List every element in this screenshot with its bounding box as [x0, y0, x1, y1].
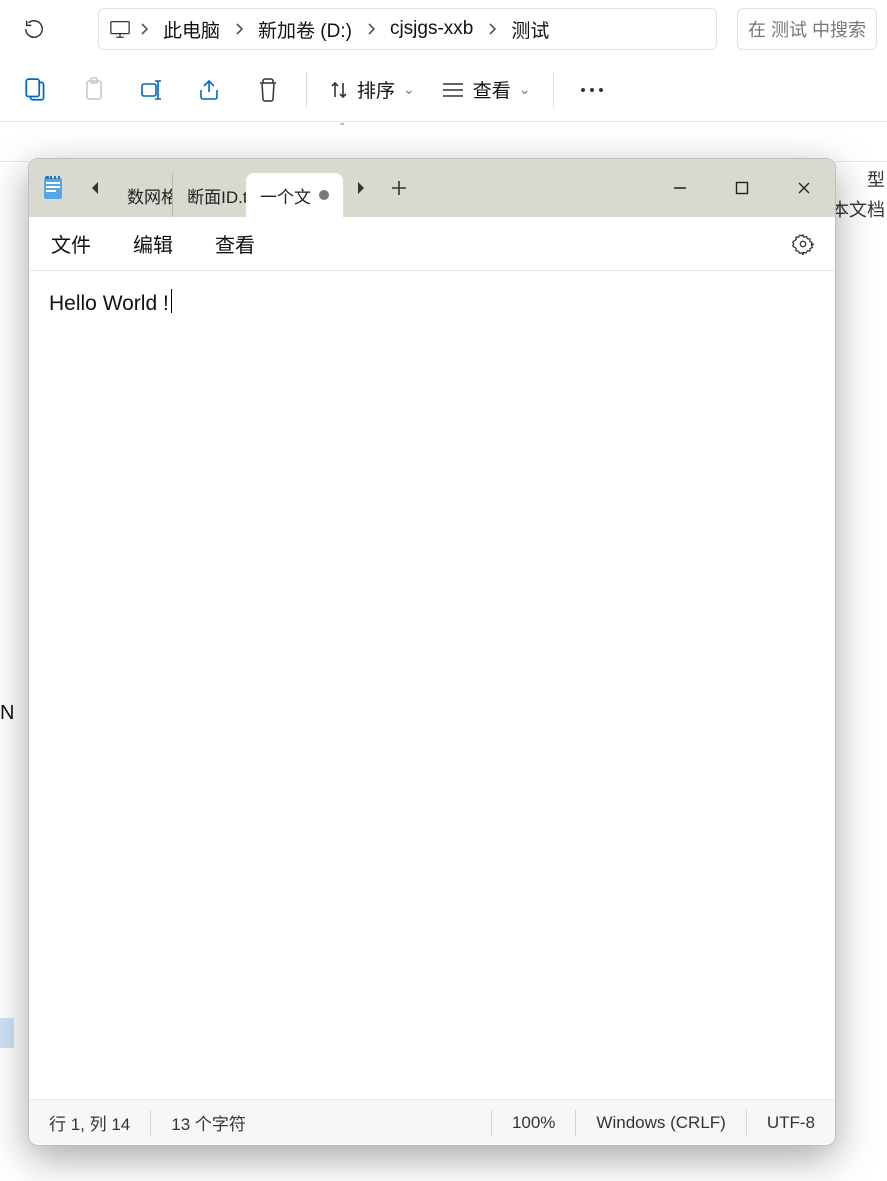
- breadcrumb-item[interactable]: 测试: [505, 16, 555, 43]
- unsaved-dot-icon: [319, 190, 329, 200]
- rename-button[interactable]: [126, 64, 178, 116]
- pc-icon: [109, 19, 131, 39]
- chevron-right-icon: [487, 22, 497, 36]
- close-button[interactable]: [773, 159, 835, 217]
- status-zoom[interactable]: 100%: [492, 1109, 575, 1137]
- menu-edit[interactable]: 编辑: [123, 223, 183, 264]
- status-char-count: 13 个字符: [151, 1109, 266, 1137]
- tab-label: 一个文: [260, 183, 311, 208]
- view-label: 查看: [473, 76, 511, 103]
- nav-pane-letter: N: [0, 702, 14, 725]
- text-caret: [171, 289, 172, 313]
- notepad-text-area[interactable]: Hello World !: [29, 271, 835, 1099]
- type-column-hint: 型: [865, 162, 887, 196]
- maximize-button[interactable]: [711, 159, 773, 217]
- breadcrumb-item[interactable]: cjsjgs-xxb: [384, 18, 479, 40]
- view-button[interactable]: 查看 ⌄: [431, 64, 541, 116]
- column-headers[interactable]: ˆ: [0, 122, 887, 162]
- tab-scroll-right-button[interactable]: [343, 159, 379, 217]
- status-encoding[interactable]: UTF-8: [747, 1109, 835, 1137]
- window-controls: [649, 159, 835, 217]
- notepad-status-bar: 行 1, 列 14 13 个字符 100% Windows (CRLF) UTF…: [29, 1099, 835, 1145]
- chevron-right-icon: [234, 22, 244, 36]
- menu-file[interactable]: 文件: [41, 223, 101, 264]
- menu-view[interactable]: 查看: [205, 223, 265, 264]
- breadcrumb-item[interactable]: 新加卷 (D:): [252, 16, 358, 43]
- chevron-down-icon: ⌄: [403, 81, 415, 98]
- more-button[interactable]: [566, 64, 618, 116]
- new-tab-button[interactable]: [379, 159, 419, 217]
- selection-indicator: [0, 1018, 14, 1048]
- tab-label: 数网格: [127, 183, 172, 208]
- notepad-app-icon: [29, 159, 77, 217]
- explorer-address-bar: 此电脑 新加卷 (D:) cjsjgs-xxb 测试 在 测试 中搜索: [0, 0, 887, 58]
- breadcrumb-item[interactable]: 此电脑: [157, 16, 226, 43]
- breadcrumb-bar[interactable]: 此电脑 新加卷 (D:) cjsjgs-xxb 测试: [98, 8, 717, 50]
- sort-caret-icon: ˆ: [340, 120, 345, 136]
- notepad-tab[interactable]: 断面ID.txt: [172, 173, 246, 217]
- tab-label: 断面ID.txt: [187, 183, 246, 208]
- delete-button[interactable]: [242, 64, 294, 116]
- new-item-button[interactable]: [10, 64, 62, 116]
- toolbar-separator: [306, 72, 307, 108]
- chevron-down-icon: ⌄: [519, 81, 531, 98]
- explorer-toolbar: 排序 ⌄ 查看 ⌄: [0, 58, 887, 122]
- editor-content: Hello World !: [49, 292, 169, 315]
- minimize-button[interactable]: [649, 159, 711, 217]
- tab-scroll-left-button[interactable]: [77, 159, 113, 217]
- settings-button[interactable]: [783, 224, 823, 264]
- chevron-right-icon: [139, 22, 149, 36]
- toolbar-separator: [553, 72, 554, 108]
- sort-button[interactable]: 排序 ⌄: [319, 64, 425, 116]
- explorer-search-input[interactable]: 在 测试 中搜索: [737, 8, 877, 50]
- share-button[interactable]: [184, 64, 236, 116]
- status-line-ending[interactable]: Windows (CRLF): [576, 1109, 745, 1137]
- chevron-right-icon: [366, 22, 376, 36]
- notepad-tab[interactable]: 数网格: [113, 173, 172, 217]
- status-cursor-pos[interactable]: 行 1, 列 14: [29, 1109, 150, 1137]
- paste-button: [68, 64, 120, 116]
- notepad-window: 数网格 断面ID.txt 一个文 文件 编辑 查看: [28, 158, 836, 1146]
- sort-label: 排序: [357, 76, 395, 103]
- notepad-tab-strip: 数网格 断面ID.txt 一个文: [113, 159, 343, 217]
- file-type-text: 本文档: [829, 192, 887, 226]
- search-placeholder: 在 测试 中搜索: [748, 16, 866, 42]
- refresh-button[interactable]: [10, 5, 58, 53]
- notepad-titlebar[interactable]: 数网格 断面ID.txt 一个文: [29, 159, 835, 217]
- notepad-menubar: 文件 编辑 查看: [29, 217, 835, 271]
- notepad-tab-active[interactable]: 一个文: [246, 173, 343, 217]
